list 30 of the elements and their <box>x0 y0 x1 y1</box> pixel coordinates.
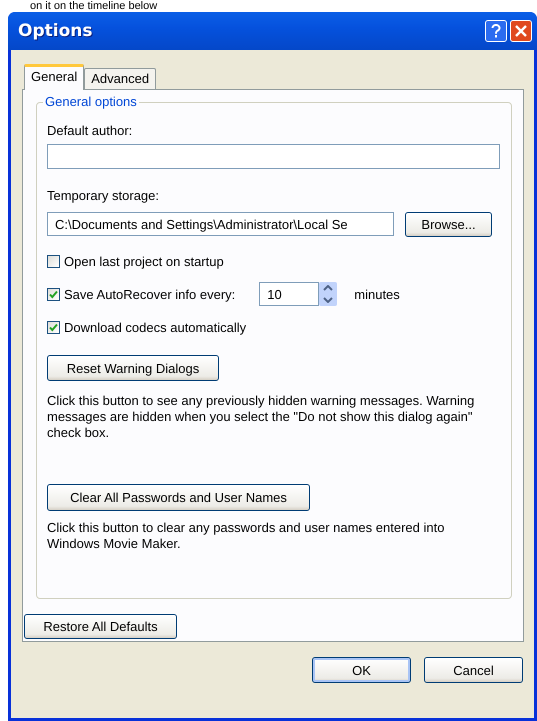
tab[interactable]: General <box>24 64 84 90</box>
input-field[interactable]: C:\Documents and Settings\Administrator\Local Se <box>47 212 394 236</box>
unit-label: minutes <box>354 286 400 302</box>
number-field[interactable]: 10 <box>259 282 320 306</box>
help-text: Click this button to see any previously hidden warning messages. Warning messages are hidden when you select the "Do not show this dialog again" check box. <box>47 393 476 441</box>
restore-defaults-button[interactable]: Restore All Defaults <box>24 614 177 639</box>
checkbox[interactable] <box>47 254 60 268</box>
field-label: Default author: <box>47 123 134 138</box>
help-text: Click this button to clear any passwords and user names entered into Windows Movie Maker. <box>47 520 446 552</box>
checkbox-label: Download codecs automatically <box>64 320 246 334</box>
input-field[interactable] <box>47 144 500 169</box>
dialog-button[interactable]: OK <box>312 657 411 683</box>
dialog-button[interactable]: Cancel <box>424 657 523 683</box>
browse-button[interactable]: Browse... <box>405 212 492 237</box>
question-mark-icon <box>491 24 501 38</box>
reset-warnings-button[interactable]: Reset Warning Dialogs <box>47 355 219 381</box>
checkbox-label: Open last project on startup <box>64 254 224 268</box>
group-title: General options <box>43 94 139 109</box>
close-icon <box>515 25 527 37</box>
checkbox[interactable] <box>47 320 60 334</box>
help-button[interactable] <box>485 20 507 42</box>
close-button[interactable] <box>510 20 532 42</box>
field-label: Temporary storage: <box>47 188 160 203</box>
checkbox[interactable] <box>47 288 60 300</box>
spin-buttons[interactable] <box>319 282 338 306</box>
clear-passwords-button[interactable]: Clear All Passwords and User Names <box>47 484 310 511</box>
checkbox-label: Save AutoRecover info every: <box>64 286 236 302</box>
window-title: Options <box>18 21 94 41</box>
background-text: on it on the timeline below <box>29 0 158 12</box>
tab[interactable]: Advanced <box>84 68 156 89</box>
